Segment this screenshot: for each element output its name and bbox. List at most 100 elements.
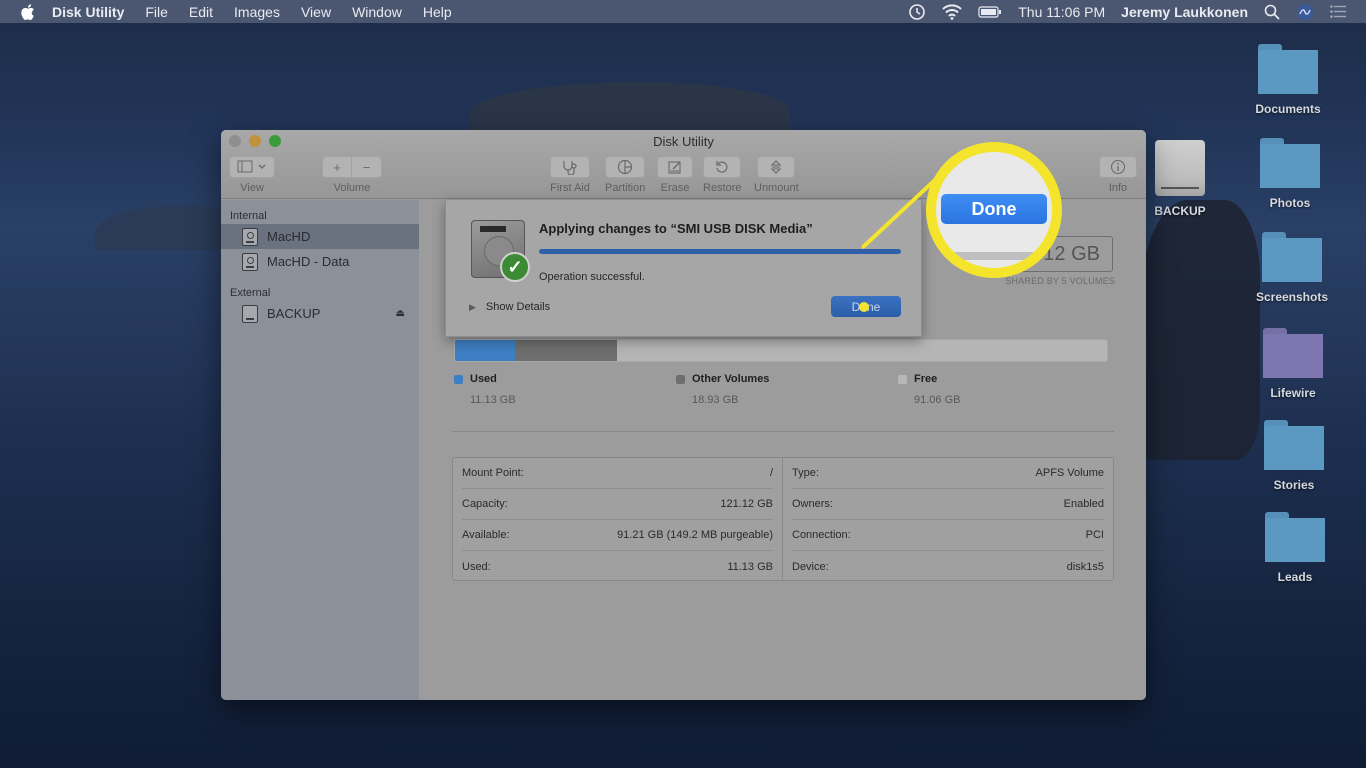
folder-label: Lifewire [1270, 386, 1316, 400]
menu-view[interactable]: View [301, 4, 331, 20]
progress-sheet: ✓ Applying changes to “SMI USB DISK Medi… [445, 200, 922, 337]
toolbar-erase: Erase [657, 156, 693, 194]
internal-disk-icon [242, 252, 258, 271]
info-column-right: Type: APFS Volume Owners: Enabled Connecti… [783, 458, 1113, 580]
toolbar-info: Info [1099, 156, 1137, 194]
clock[interactable]: Thu 11:06 PM [1018, 4, 1105, 20]
other-swatch [676, 374, 685, 384]
desktop-folder-stories[interactable]: Stories [1249, 418, 1339, 492]
info-label: Device: [792, 560, 829, 573]
folder-icon [1265, 518, 1325, 562]
toolbar-view: View [229, 156, 275, 194]
used-swatch [454, 374, 463, 384]
info-label: Used: [462, 560, 491, 573]
siri-icon[interactable] [1296, 3, 1314, 21]
info-label: Capacity: [462, 498, 508, 510]
info-value: 11.13 GB [727, 560, 773, 573]
restore-label: Restore [703, 182, 742, 194]
desktop-drive-backup[interactable]: BACKUP [1135, 140, 1225, 218]
usage-segment-other-volumes [514, 340, 617, 361]
volume-label: Volume [333, 182, 371, 194]
sidebar-item-label: BACKUP [267, 306, 321, 321]
info-label: Info [1108, 182, 1128, 194]
folder-label: Photos [1269, 196, 1311, 210]
free-swatch [898, 374, 907, 384]
progress-fill [539, 249, 901, 254]
minus-icon: − [362, 159, 371, 175]
sidebar-item-backup[interactable]: BACKUP ⏏ [221, 301, 419, 326]
menu-images[interactable]: Images [234, 4, 280, 20]
info-value: / [769, 467, 773, 479]
info-row-available: Available: 91.21 GB (149.2 MB purgeable) [462, 520, 773, 551]
legend-used: Used 11.13 GB [454, 373, 516, 406]
info-row-owners: Owners: Enabled [792, 489, 1104, 520]
desktop-folder-lifewire[interactable]: Lifewire [1248, 326, 1338, 400]
disclosure-triangle-icon: ▶ [469, 301, 476, 312]
divider [452, 431, 1114, 432]
time-machine-icon[interactable] [908, 3, 926, 21]
battery-icon[interactable] [978, 5, 1002, 18]
sidebar-item-machd-data[interactable]: MacHD - Data [221, 249, 419, 274]
folder-icon [1260, 144, 1320, 188]
show-details-toggle[interactable]: ▶ Show Details [469, 301, 550, 313]
apple-logo-icon[interactable] [20, 3, 36, 20]
erase-button[interactable] [657, 156, 693, 178]
sidebar-item-label: MacHD [267, 229, 311, 244]
internal-disk-icon [242, 227, 258, 246]
view-button[interactable] [229, 156, 275, 178]
sidebar-header-internal: Internal [230, 210, 267, 222]
info-row-mount-point: Mount Point: / [462, 458, 773, 489]
info-row-capacity: Capacity: 121.12 GB [462, 489, 773, 520]
erase-label: Erase [660, 182, 690, 194]
folder-icon [1258, 50, 1318, 94]
info-label: Available: [462, 529, 510, 541]
legend-value: 18.93 GB [692, 394, 739, 406]
callout-done-button: Done [941, 194, 1047, 224]
info-value: Enabled [1063, 498, 1104, 510]
menu-file[interactable]: File [145, 4, 168, 20]
menu-edit[interactable]: Edit [189, 4, 213, 20]
menu-help[interactable]: Help [423, 4, 452, 20]
info-row-used: Used: 11.13 GB [462, 551, 773, 582]
add-volume-button[interactable]: + [322, 156, 352, 178]
info-value: PCI [1085, 529, 1104, 541]
menu-bar-status: Thu 11:06 PM Jeremy Laukkonen [908, 0, 1366, 23]
eject-icon[interactable]: ⏏ [396, 308, 405, 319]
legend-label: Free [914, 373, 938, 385]
first-aid-button[interactable] [550, 156, 590, 178]
desktop-folder-documents[interactable]: Documents [1243, 42, 1333, 116]
menu-window[interactable]: Window [352, 4, 402, 20]
desktop-drive-label: BACKUP [1154, 204, 1206, 218]
info-value: disk1s5 [1066, 560, 1104, 573]
partition-button[interactable] [605, 156, 646, 178]
legend-value: 91.06 GB [914, 394, 961, 406]
info-value: 121.12 GB [720, 498, 773, 510]
wallpaper-cliff [1140, 200, 1260, 460]
toolbar-partition: Partition [605, 156, 645, 194]
info-value: 91.21 GB (149.2 MB purgeable) [617, 529, 773, 541]
first-aid-label: First Aid [550, 182, 590, 194]
restore-button[interactable] [703, 156, 742, 178]
info-button[interactable] [1099, 156, 1137, 178]
desktop-folder-photos[interactable]: Photos [1245, 136, 1335, 210]
unmount-button[interactable] [757, 156, 796, 178]
wifi-icon[interactable] [942, 3, 962, 20]
desktop-folder-leads[interactable]: Leads [1250, 510, 1340, 584]
status-text: Operation successful. [539, 271, 645, 283]
info-label: Mount Point: [462, 467, 524, 479]
stethoscope-icon [563, 161, 577, 175]
sidebar-item-machd[interactable]: MacHD [221, 224, 419, 249]
info-label: Connection: [792, 529, 851, 541]
notification-center-icon[interactable] [1330, 5, 1346, 18]
remove-volume-button[interactable]: − [352, 156, 382, 178]
legend-label: Other Volumes [692, 373, 770, 385]
user-name[interactable]: Jeremy Laukkonen [1121, 4, 1248, 20]
unmount-label: Unmount [754, 182, 799, 194]
callout-magnifier: Done [926, 142, 1062, 278]
desktop-folder-screenshots[interactable]: Screenshots [1247, 230, 1337, 304]
folder-icon [1262, 238, 1322, 282]
toolbar-restore: Restore [703, 156, 742, 194]
callout-pointer-dot [859, 302, 869, 312]
spotlight-search-icon[interactable] [1264, 4, 1280, 20]
menu-app-name[interactable]: Disk Utility [52, 4, 124, 20]
